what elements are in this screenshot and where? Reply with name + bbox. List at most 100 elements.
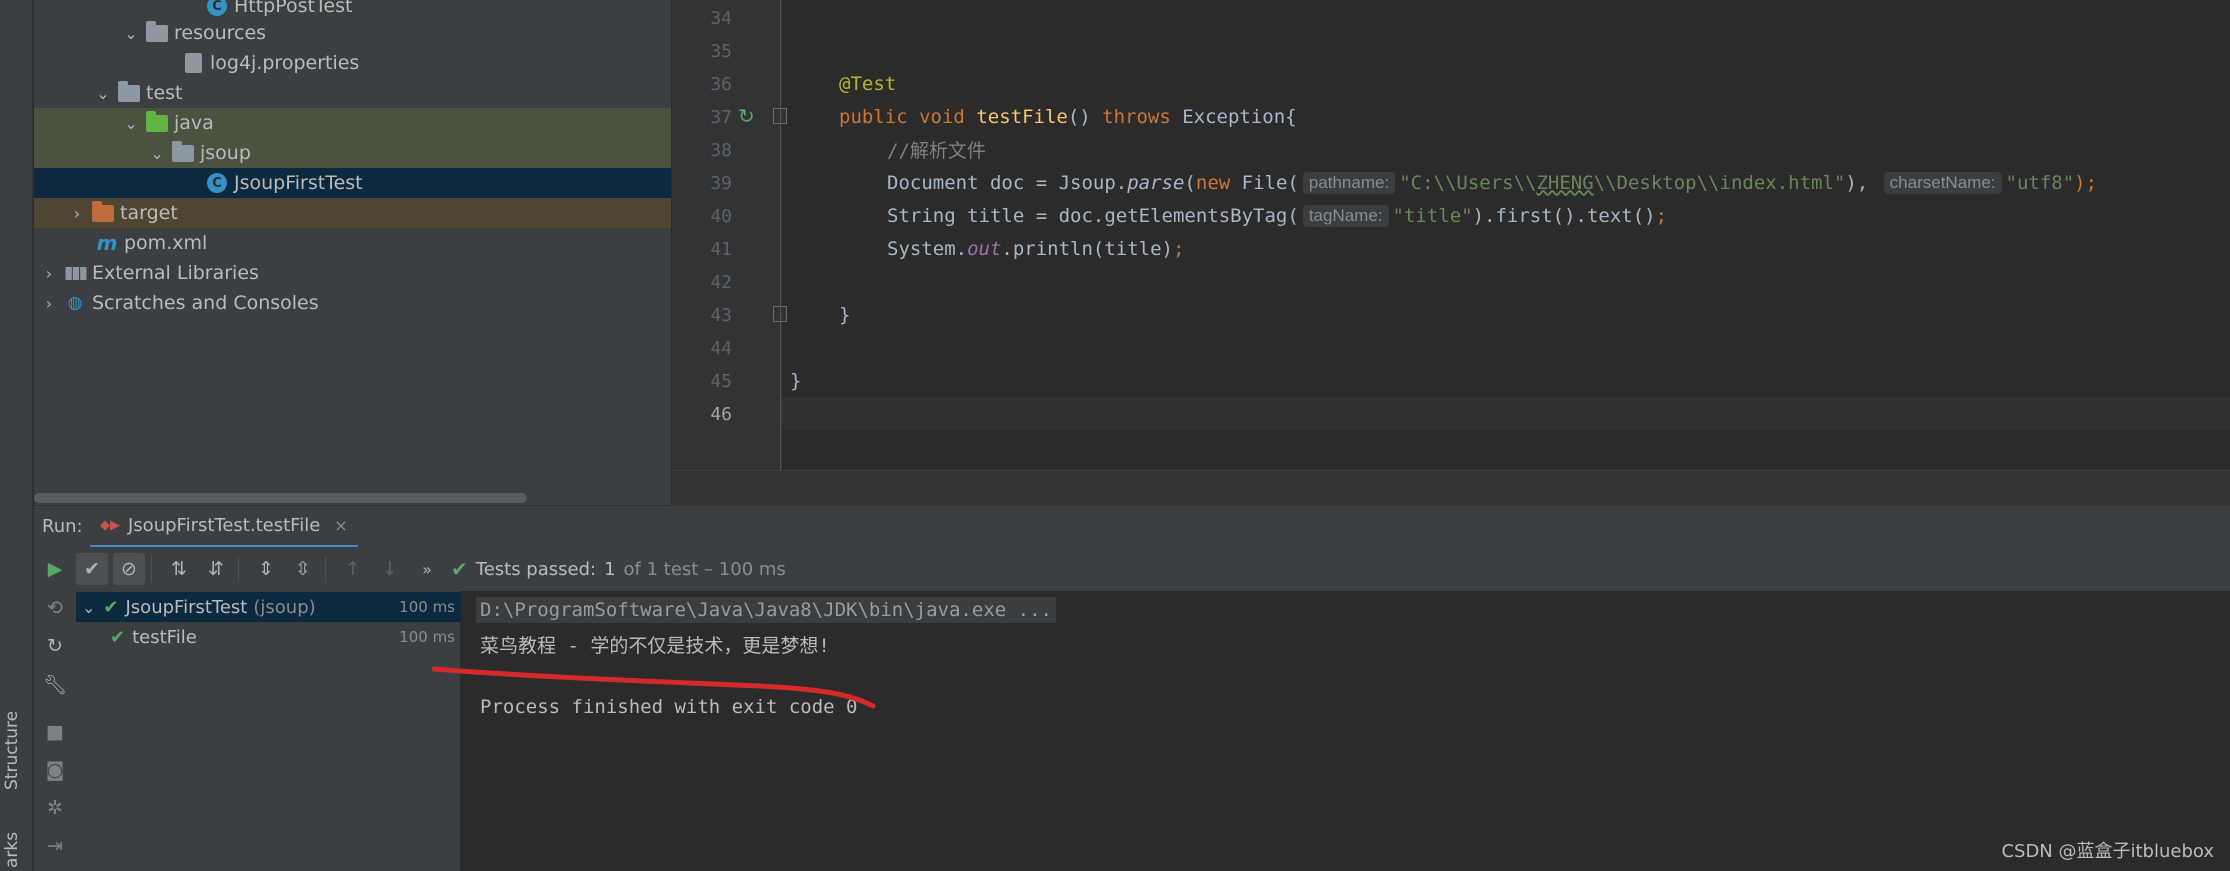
parameter-hint: charsetName: [1883,171,2002,194]
tree-item-label: test [146,82,183,104]
chevron-down-icon[interactable]: ⌄ [120,24,142,43]
check-icon: ✔ [110,626,126,648]
string-token: \\Desktop\\index.html" [1593,171,1846,194]
tree-item-resources[interactable]: ⌄ resources [34,18,671,48]
code-token: Document doc = Jsoup. [887,171,1128,194]
watermark: CSDN @蓝盒子itbluebox [2001,841,2214,862]
rerun-failed-icon[interactable]: ↻ [42,633,68,659]
show-ignored-icon[interactable]: ⊘ [113,553,145,585]
run-tab[interactable]: ◆▶ JsoupFirstTest.testFile × [90,506,358,548]
code-line-40: String title = doc.getElementsByTag( tag… [887,199,1667,232]
gutter-separator [780,0,781,470]
code-token: Exception{ [1170,105,1297,128]
comment-token: //解析文件 [887,140,986,162]
show-passed-icon[interactable]: ✔ [76,553,108,585]
tree-item-label: Scratches and Consoles [92,292,319,314]
tests-status-suffix: of 1 test – 100 ms [623,558,786,580]
rerun-icon[interactable]: ▶ [39,553,71,585]
run-config-icon: ◆▶ [100,518,120,533]
tree-item-label: resources [174,22,267,44]
console-output[interactable]: D:\ProgramSoftware\Java\Java8\JDK\bin\ja… [462,591,2230,871]
excluded-folder-icon [91,200,115,224]
chevron-down-icon[interactable]: ⌄ [92,84,114,103]
stop-icon[interactable]: ■ [42,719,68,745]
tree-item-pom-xml[interactable]: m pom.xml [34,228,671,258]
tree-item-external-libraries[interactable]: › ▮▮▮ External Libraries [34,258,671,288]
tree-item-target[interactable]: › target [34,198,671,228]
toggle-auto-test-icon[interactable]: ⟲ [42,595,68,621]
line-number: 36 [710,74,732,95]
more-actions-icon[interactable]: » [411,553,443,585]
tree-item-log4j-properties[interactable]: log4j.properties [34,48,671,78]
tests-status: ✔ Tests passed: 1 of 1 test – 100 ms [451,557,786,581]
toolbar-divider [238,556,239,582]
code-token: ).first().text() [1472,204,1656,227]
line-number: 41 [710,239,732,260]
resources-folder-icon [145,20,169,44]
toolbar-divider [151,556,152,582]
tree-item-jsoupfirsttest[interactable]: C JsoupFirstTest [34,168,671,198]
chevron-right-icon[interactable]: › [66,204,88,223]
string-token: "title" [1392,204,1473,227]
line-number: 34 [710,8,732,29]
code-editor[interactable]: 34 35 36 37 38 39 40 41 42 43 44 45 46 ↻… [672,0,2230,505]
check-icon: ✔ [451,557,468,581]
bug-icon[interactable]: ✲ [42,795,68,821]
collapse-all-icon[interactable]: ⇳ [287,553,319,585]
method-call-token: parse [1127,171,1185,194]
test-suite-row[interactable]: ⌄ ✔ JsoupFirstTest (jsoup) 100 ms [76,592,461,622]
settings-wrench-icon[interactable]: 🔧︎ [42,671,68,697]
console-command-line[interactable]: D:\ProgramSoftware\Java\Java8\JDK\bin\ja… [476,597,1056,623]
test-case-name: testFile [132,626,197,648]
chevron-right-icon[interactable]: › [38,264,60,283]
chevron-down-icon[interactable]: ⌄ [146,144,168,163]
run-panel-header: Run: ◆▶ JsoupFirstTest.testFile × [34,505,2230,548]
tree-item-label: HttpPostTest [234,0,353,17]
line-number: 40 [710,206,732,227]
expand-all-icon[interactable]: ⇕ [250,553,282,585]
test-suite-name: JsoupFirstTest [125,596,248,618]
chevron-right-icon[interactable]: › [38,294,60,313]
horizontal-scrollbar[interactable] [34,493,527,503]
tree-item-test[interactable]: ⌄ test [34,78,671,108]
test-case-row[interactable]: ✔ testFile 100 ms [76,622,461,652]
chevron-down-icon[interactable]: ⌄ [82,598,95,617]
code-line-39: Document doc = Jsoup. parse ( new File( … [887,166,2097,199]
code-token: System. [887,237,968,260]
close-icon[interactable]: × [334,516,347,535]
tree-item-jsoup[interactable]: ⌄ jsoup [34,138,671,168]
package-icon [171,140,195,164]
console-output-line: 菜鸟教程 - 学的不仅是技术，更是梦想! [480,635,830,657]
exit-icon[interactable]: ⇥ [42,833,68,859]
structure-tool-tab[interactable]: Structure [2,711,22,790]
tree-item-java[interactable]: ⌄ java [34,108,671,138]
tree-item-label: jsoup [200,142,251,164]
tree-item-scratches[interactable]: › ◍ Scratches and Consoles [34,288,671,318]
test-sources-folder-icon [145,110,169,134]
tree-item-label: log4j.properties [210,52,360,74]
run-toolbar: ▶ ✔ ⊘ ⇅ ⇵ ⇕ ⇳ ↑ ↓ » ✔ Tests passed: 1 of… [34,547,2230,591]
previous-failed-icon[interactable]: ↑ [337,553,369,585]
toolbar-divider [325,556,326,582]
next-failed-icon[interactable]: ↓ [374,553,406,585]
chevron-down-icon[interactable]: ⌄ [120,114,142,133]
keyword-token: public [839,105,908,128]
sort-by-duration-icon[interactable]: ⇵ [200,553,232,585]
run-test-gutter-icon[interactable]: ↻ [738,104,755,128]
typo-string-token: ZHENG [1536,171,1594,194]
code-token: ( [1184,171,1196,194]
line-number: 46 [710,404,732,425]
keyword-token: new [1195,171,1231,194]
camera-icon[interactable]: ◙ [42,757,68,783]
java-class-icon: C [205,0,229,17]
bookmarks-tool-tab[interactable]: arks [2,832,22,868]
code-token: ); [2074,171,2098,194]
line-number: 44 [710,338,732,359]
keyword-token: void [919,105,965,128]
code-line-41: System. out .println(title) ; [887,232,1184,265]
current-line-highlight [782,397,2230,430]
sort-alphabetically-icon[interactable]: ⇅ [163,553,195,585]
parameter-hint: pathname: [1302,171,1396,194]
closing-brace: } [790,369,802,392]
scratches-icon: ◍ [67,293,83,313]
